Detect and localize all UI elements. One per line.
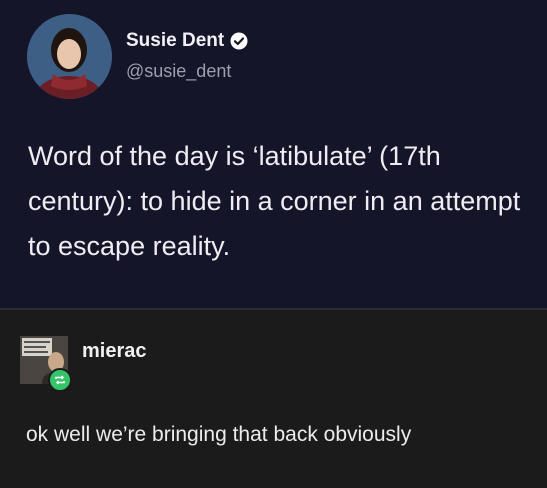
tweet-text: Word of the day is ‘latibulate’ (17th ce… xyxy=(28,141,521,261)
name-row: Susie Dent xyxy=(126,30,248,52)
profile-avatar[interactable] xyxy=(27,14,112,99)
tweet-card: Susie Dent @susie_dent Word of the day i… xyxy=(0,0,547,308)
reblog-icon xyxy=(48,368,72,392)
verified-badge-icon xyxy=(230,32,248,50)
user-handle[interactable]: @susie_dent xyxy=(126,61,231,82)
avatar-portrait-icon xyxy=(27,14,112,99)
display-name[interactable]: Susie Dent xyxy=(126,30,224,52)
reply-username[interactable]: mierac xyxy=(82,340,147,363)
reply-post: mierac ok well we’re bringing that back … xyxy=(0,310,547,488)
reply-text: ok well we’re bringing that back obvious… xyxy=(26,423,412,446)
